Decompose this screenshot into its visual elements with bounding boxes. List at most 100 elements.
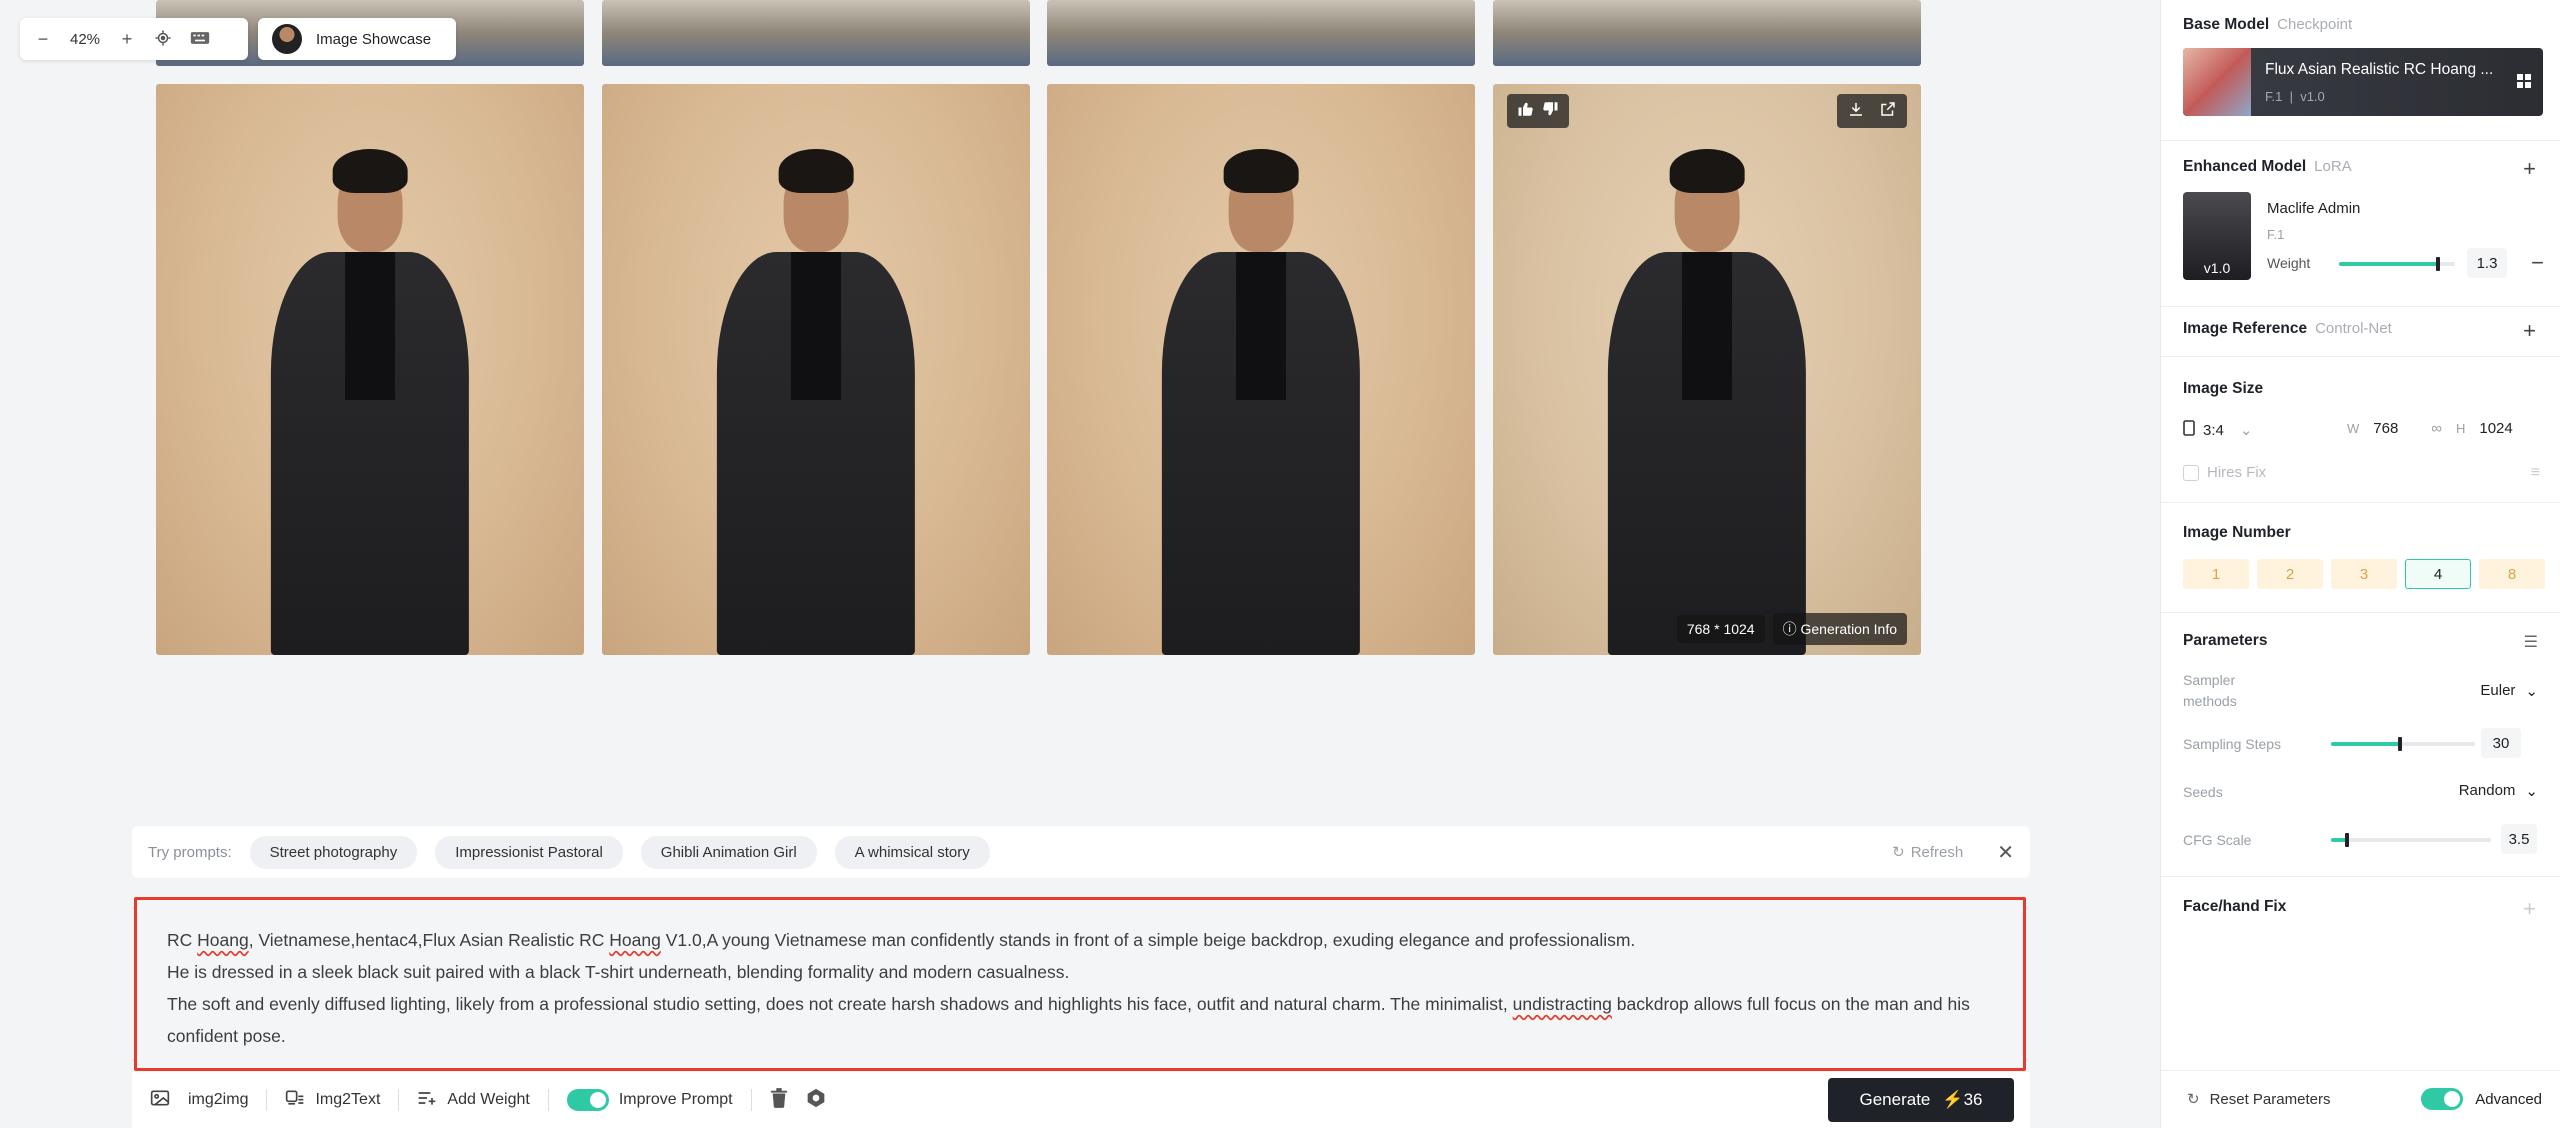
slider-fill	[2331, 742, 2401, 746]
generation-info-label: Generation Info	[1800, 621, 1897, 637]
add-weight-button[interactable]: Add Weight	[417, 1089, 530, 1112]
slider-knob[interactable]	[2345, 833, 2349, 847]
thumbs-up-icon[interactable]	[1517, 100, 1535, 122]
width-input[interactable]: 768	[2373, 420, 2417, 437]
zoom-in-icon[interactable]: +	[118, 30, 136, 48]
slider-knob[interactable]	[2435, 257, 2440, 271]
image-number-option[interactable]: 2	[2257, 559, 2323, 589]
sampler-select[interactable]: Euler ⌄	[2480, 682, 2538, 700]
height-input[interactable]: 1024	[2479, 420, 2512, 437]
hires-settings-icon[interactable]: ≡	[2531, 464, 2540, 482]
trash-icon[interactable]	[770, 1087, 788, 1113]
aspect-ratio-select[interactable]: 3:4 ⌄	[2183, 420, 2252, 440]
image-showcase-button[interactable]: Image Showcase	[258, 18, 456, 60]
divider	[2161, 306, 2560, 307]
locate-icon[interactable]	[154, 29, 172, 50]
face-fix-section: Face/hand Fix +	[2183, 896, 2544, 921]
lora-thumbnail[interactable]: v1.0	[2183, 192, 2251, 280]
divider	[2161, 502, 2560, 503]
image-canvas[interactable]: 768 * 1024 ⓘ Generation Info − 42% + Ima…	[0, 0, 2160, 1128]
add-weight-label: Add Weight	[447, 1091, 530, 1108]
divider	[398, 1089, 400, 1111]
settings-hex-icon[interactable]	[806, 1088, 826, 1113]
reset-parameters-button[interactable]: ↻ Reset Parameters	[2187, 1090, 2331, 1109]
add-face-fix-icon[interactable]: +	[2523, 896, 2536, 922]
download-icon[interactable]	[1847, 100, 1865, 122]
gallery-image-2[interactable]	[602, 84, 1030, 655]
remove-lora-icon[interactable]: −	[2531, 250, 2544, 276]
try-prompts-bar: Try prompts: Street photography Impressi…	[132, 826, 2030, 878]
sampler-label: Sampler methods	[2183, 672, 2237, 709]
weight-value[interactable]: 1.3	[2467, 248, 2507, 278]
link-icon[interactable]: ∞	[2431, 420, 2442, 437]
portrait-icon	[2183, 420, 2195, 440]
section-title: Image Size	[2183, 380, 2264, 397]
prompt-chip[interactable]: Impressionist Pastoral	[435, 835, 623, 869]
grid-icon[interactable]	[2517, 73, 2531, 91]
sampling-steps-value[interactable]: 30	[2481, 728, 2521, 758]
section-subtitle: Checkpoint	[2277, 16, 2353, 33]
toggle-switch[interactable]	[2421, 1088, 2464, 1110]
toggle-switch[interactable]	[566, 1089, 609, 1111]
open-external-icon[interactable]	[1879, 100, 1897, 122]
cfg-scale-slider[interactable]	[2331, 833, 2491, 847]
generate-button[interactable]: Generate ⚡36	[1828, 1078, 2014, 1122]
thumbs-down-icon[interactable]	[1541, 100, 1559, 122]
image-number-option-selected[interactable]: 4	[2405, 559, 2471, 589]
divider	[750, 1089, 752, 1111]
img2text-label: Img2Text	[315, 1091, 381, 1108]
add-lora-icon[interactable]: +	[2523, 156, 2536, 182]
gallery-image-3[interactable]	[1047, 84, 1475, 655]
gallery-image-top-4[interactable]	[1493, 0, 1921, 66]
cfg-scale-value[interactable]: 3.5	[2501, 824, 2537, 854]
base-model-meta: F.1 | v1.0	[2265, 88, 2325, 104]
base-model-card[interactable]: Flux Asian Realistic RC Hoang ... F.1 | …	[2183, 48, 2543, 116]
sliders-icon[interactable]: ☰	[2524, 632, 2538, 652]
checkbox[interactable]	[2183, 464, 2199, 481]
slider-knob[interactable]	[2398, 737, 2403, 751]
img2img-button[interactable]: img2img	[150, 1089, 248, 1112]
image-number-option[interactable]: 3	[2331, 559, 2397, 589]
zoom-out-icon[interactable]: −	[34, 30, 52, 48]
image-number-option[interactable]: 8	[2479, 559, 2545, 589]
sampling-steps-slider[interactable]	[2331, 737, 2475, 751]
reset-parameters-label: Reset Parameters	[2209, 1090, 2331, 1108]
divider	[2161, 1070, 2560, 1071]
section-title: Base Model	[2183, 16, 2270, 33]
avatar	[272, 24, 302, 54]
sampling-steps-label: Sampling Steps	[2183, 736, 2282, 752]
parameters-section: Parameters ☰	[2183, 632, 2544, 652]
prompt-input[interactable]: RC Hoang, Vietnamese,hentac4,Flux Asian …	[134, 897, 2026, 1071]
prompt-chip[interactable]: Ghibli Animation Girl	[640, 835, 817, 869]
advanced-toggle[interactable]: Advanced	[2421, 1088, 2542, 1110]
add-reference-icon[interactable]: +	[2523, 318, 2536, 344]
aspect-ratio-value: 3:4	[2203, 421, 2224, 439]
gallery-image-top-2[interactable]	[602, 0, 1030, 66]
sampler-value: Euler	[2480, 682, 2516, 699]
divider	[2161, 876, 2560, 877]
keyboard-icon[interactable]	[190, 30, 210, 49]
divider	[2161, 140, 2560, 141]
seeds-label: Seeds	[2183, 784, 2223, 800]
gallery-image-top-3[interactable]	[1047, 0, 1475, 66]
img2text-button[interactable]: Img2Text	[285, 1089, 380, 1112]
gallery-image-1[interactable]	[156, 84, 584, 655]
seeds-select[interactable]: Random ⌄	[2459, 782, 2538, 800]
gallery-image-4[interactable]: 768 * 1024 ⓘ Generation Info	[1493, 84, 1921, 655]
hires-fix-checkbox[interactable]: Hires Fix	[2183, 464, 2266, 481]
image-number-option[interactable]: 1	[2183, 559, 2249, 589]
refresh-button[interactable]: ↻ Refresh	[1892, 843, 1963, 862]
size-inputs: W 768 ∞ H 1024	[2347, 420, 2513, 437]
weight-label: Weight	[2267, 255, 2311, 271]
width-label: W	[2347, 421, 2360, 436]
prompt-chip[interactable]: A whimsical story	[834, 835, 990, 869]
improve-prompt-label: Improve Prompt	[618, 1091, 733, 1108]
chevron-down-icon: ⌄	[2525, 783, 2538, 800]
close-icon[interactable]: ✕	[1997, 840, 2014, 865]
weight-slider[interactable]	[2339, 257, 2455, 271]
image-actions	[1837, 94, 1907, 128]
prompt-chip[interactable]: Street photography	[249, 835, 418, 869]
generation-info-button[interactable]: ⓘ Generation Info	[1772, 613, 1907, 645]
lora-name: Maclife Admin	[2267, 200, 2361, 217]
improve-prompt-toggle[interactable]: Improve Prompt	[566, 1089, 733, 1111]
